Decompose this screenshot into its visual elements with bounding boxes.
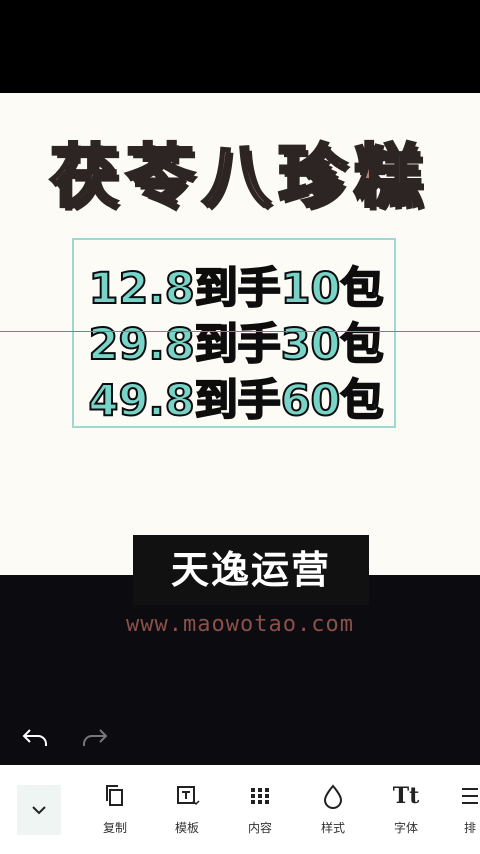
chevron-down-icon	[32, 806, 46, 815]
price-line-2: 29.8到手30包	[88, 319, 385, 371]
drop-icon	[323, 784, 343, 809]
font-icon: Tt	[392, 783, 420, 809]
redo-icon[interactable]	[80, 722, 110, 752]
top-black-bar	[0, 0, 480, 93]
tool-content[interactable]: 内容	[232, 783, 288, 843]
grid-icon	[251, 788, 269, 804]
price-line-1: 12.8到手10包	[88, 263, 385, 315]
alignment-guide	[0, 331, 480, 332]
tool-arrange[interactable]: 排	[450, 783, 480, 843]
tool-style[interactable]: 样式	[305, 783, 361, 843]
poster-canvas[interactable]: 茯苓八珍糕 12.8到手10包 29.8到手30包 49.8到手60包	[0, 93, 480, 575]
tool-arrange-label: 排	[464, 821, 477, 835]
watermark-text: www.maowotao.com	[126, 612, 354, 637]
copy-icon	[106, 785, 123, 806]
tool-template[interactable]: 模板	[159, 783, 215, 843]
tool-copy-label: 复制	[102, 821, 127, 835]
template-icon	[177, 786, 200, 806]
selected-text-box[interactable]: 12.8到手10包 29.8到手30包 49.8到手60包	[72, 238, 396, 428]
tool-style-label: 样式	[320, 821, 345, 835]
collapse-button[interactable]	[17, 785, 61, 835]
arrange-icon	[462, 788, 478, 804]
tool-template-label: 模板	[174, 821, 199, 835]
bottom-toolbar: 复制 模板 内容 样式 Tt 字体 排	[0, 765, 480, 854]
subtitle-caption: 天逸运营	[133, 535, 369, 605]
tool-content-label: 内容	[247, 821, 272, 835]
tool-font-label: 字体	[393, 821, 418, 835]
price-line-3: 49.8到手60包	[88, 375, 385, 427]
tool-copy[interactable]: 复制	[87, 783, 143, 843]
tool-font[interactable]: Tt 字体	[378, 783, 434, 843]
undo-icon[interactable]	[20, 722, 50, 752]
poster-title[interactable]: 茯苓八珍糕	[0, 121, 480, 220]
